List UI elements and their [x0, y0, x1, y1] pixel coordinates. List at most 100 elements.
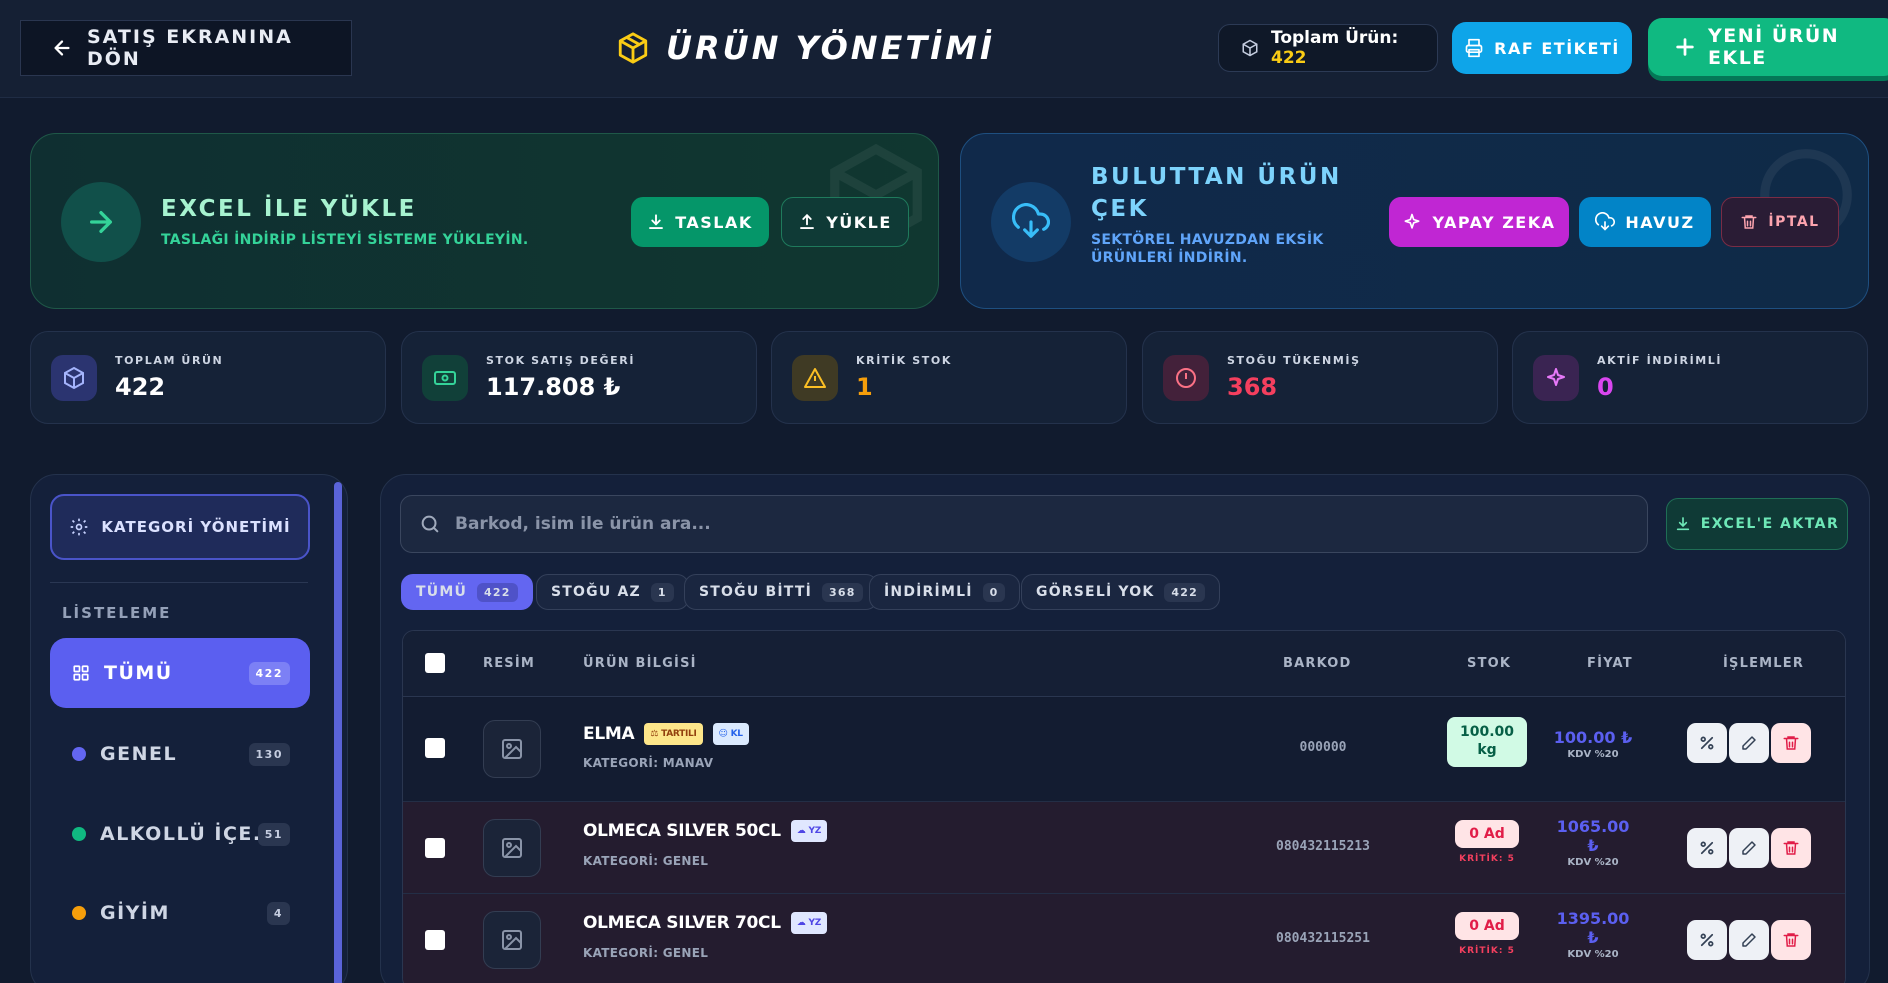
- upload-label: YÜKLE: [826, 212, 892, 232]
- image-placeholder-icon[interactable]: [483, 720, 541, 778]
- back-to-sales-button[interactable]: SATIŞ EKRANINA DÖN: [20, 20, 352, 76]
- stat-label: AKTİF İNDİRİMLİ: [1597, 354, 1723, 367]
- price-value: 100.00 ₺: [1553, 728, 1633, 747]
- sidebar-item-all[interactable]: TÜMÜ 422: [50, 638, 310, 708]
- cloud-banner-title-2: ÇEK: [1091, 196, 1149, 222]
- ai-button[interactable]: YAPAY ZEKA: [1389, 197, 1569, 247]
- ai-label: YAPAY ZEKA: [1432, 212, 1556, 232]
- listing-heading: LİSTELEME: [62, 604, 172, 622]
- sidebar-item-count: 4: [266, 901, 290, 925]
- edit-button[interactable]: [1729, 828, 1769, 868]
- stat-label: STOK SATIŞ DEĞERİ: [486, 354, 636, 367]
- sidebar-item-count: 130: [248, 742, 290, 766]
- product-category: KATEGORİ: GENEL: [583, 946, 709, 960]
- critical-level: KRİTİK: 5: [1459, 854, 1515, 864]
- upload-button[interactable]: YÜKLE: [781, 197, 909, 247]
- filter-chip-all[interactable]: TÜMÜ 422: [401, 574, 533, 610]
- delete-button[interactable]: [1771, 828, 1811, 868]
- sparkle-icon: [1533, 354, 1579, 401]
- discount-button[interactable]: [1687, 828, 1727, 868]
- price: 1065.00 ₺ KDV %20: [1538, 817, 1648, 868]
- total-products-pill: Toplam Ürün: 422: [1218, 24, 1438, 72]
- download-template-button[interactable]: TASLAK: [631, 197, 769, 247]
- row-checkbox[interactable]: [425, 930, 445, 950]
- price: 100.00 ₺ KDV %20: [1538, 728, 1648, 760]
- warning-icon: [792, 354, 838, 401]
- delete-button[interactable]: [1771, 920, 1811, 960]
- stock-badge: 100.00 kg: [1447, 717, 1527, 767]
- delete-button[interactable]: [1771, 723, 1811, 763]
- product-name: OLMECA SILVER 50CL: [583, 821, 781, 841]
- filter-chip-no-image[interactable]: GÖRSELİ YOK 422: [1021, 574, 1220, 610]
- stat-out-of-stock: STOĞU TÜKENMİŞ 368: [1142, 331, 1498, 424]
- divider: [50, 582, 308, 583]
- chip-count: 1: [650, 582, 674, 602]
- discount-button[interactable]: [1687, 920, 1727, 960]
- plus-icon: [1674, 36, 1696, 58]
- category-management-button[interactable]: KATEGORİ YÖNETİMİ: [50, 494, 310, 560]
- row-checkbox[interactable]: [425, 838, 445, 858]
- col-actions: İŞLEMLER: [1723, 656, 1805, 671]
- discount-button[interactable]: [1687, 723, 1727, 763]
- sidebar-item-alkollu[interactable]: ALKOLLÜ İÇE... 51: [50, 799, 310, 869]
- filter-chip-low-stock[interactable]: STOĞU AZ 1: [536, 574, 689, 610]
- back-button-label: SATIŞ EKRANINA DÖN: [87, 26, 293, 70]
- sidebar-item-genel[interactable]: GENEL 130: [50, 719, 310, 789]
- filter-chip-out-of-stock[interactable]: STOĞU BİTTİ 368: [684, 574, 878, 610]
- sidebar-item-giyim[interactable]: GİYİM 4: [50, 878, 310, 948]
- export-excel-button[interactable]: EXCEL'E AKTAR: [1666, 498, 1848, 550]
- cloud-banner-title-1: BULUTTAN ÜRÜN: [1091, 164, 1342, 190]
- col-barcode: BARKOD: [1283, 656, 1352, 671]
- row-checkbox[interactable]: [425, 738, 445, 758]
- stat-label: STOĞU TÜKENMİŞ: [1227, 354, 1361, 367]
- ai-badge: ☁ YZ: [790, 912, 827, 934]
- image-placeholder-icon[interactable]: [483, 911, 541, 969]
- badge-text: TARTILI: [661, 729, 697, 739]
- search-input[interactable]: Barkod, isim ile ürün ara...: [400, 495, 1648, 553]
- edit-button[interactable]: [1729, 723, 1769, 763]
- stat-value: 0: [1597, 373, 1614, 401]
- kdv: KDV %20: [1567, 857, 1619, 868]
- price-value: 1065.00: [1556, 817, 1630, 836]
- stat-label: KRİTİK STOK: [856, 354, 952, 367]
- search-placeholder: Barkod, isim ile ürün ara...: [455, 514, 711, 534]
- cloud-download-icon: [991, 182, 1071, 262]
- product-category: KATEGORİ: GENEL: [583, 854, 709, 868]
- sidebar-scrollbar[interactable]: [334, 482, 342, 983]
- price-value: 1395.00: [1556, 909, 1630, 928]
- shelf-label-button[interactable]: RAF ETİKETİ: [1452, 22, 1632, 74]
- cloud-import-banner: BULUTTAN ÜRÜN ÇEK SEKTÖREL HAVUZDAN EKSİ…: [960, 133, 1869, 309]
- sidebar-item-count: 51: [257, 822, 290, 846]
- new-product-button[interactable]: YENİ ÜRÜN EKLE: [1648, 18, 1888, 76]
- pool-label: HAVUZ: [1625, 212, 1695, 232]
- table-row[interactable]: OLMECA SILVER 70CL ☁ YZ KATEGORİ: GENEL …: [403, 894, 1845, 983]
- select-all-checkbox[interactable]: [425, 653, 445, 673]
- gear-icon: [69, 517, 89, 537]
- export-label: EXCEL'E AKTAR: [1700, 516, 1840, 532]
- table-row[interactable]: ELMA ⚖ TARTILI ☺ KL KATEGORİ: MANAV 0000…: [403, 698, 1845, 802]
- table-row[interactable]: OLMECA SILVER 50CL ☁ YZ KATEGORİ: GENEL …: [403, 802, 1845, 894]
- col-product-info: ÜRÜN BİLGİSİ: [583, 656, 697, 671]
- alert-circle-icon: [1163, 354, 1209, 401]
- cloud-icon: [1595, 212, 1616, 232]
- shelf-label-text: RAF ETİKETİ: [1494, 38, 1620, 58]
- printer-icon: [1464, 38, 1484, 58]
- badge-text: KL: [730, 729, 743, 739]
- pool-button[interactable]: HAVUZ: [1579, 197, 1711, 247]
- col-price: FİYAT: [1587, 656, 1633, 671]
- excel-upload-banner: EXCEL İLE YÜKLE TASLAĞI İNDİRİP LİSTEYİ …: [30, 133, 939, 309]
- total-value: 422: [1271, 48, 1307, 68]
- stat-value: 422: [115, 373, 166, 401]
- stat-total-products: TOPLAM ÜRÜN 422: [30, 331, 386, 424]
- stock-badge: 0 Ad: [1455, 820, 1519, 848]
- image-placeholder-icon[interactable]: [483, 819, 541, 877]
- product-name: ELMA: [583, 724, 635, 744]
- edit-button[interactable]: [1729, 920, 1769, 960]
- col-stock: STOK: [1467, 656, 1512, 671]
- new-product-label: YENİ ÜRÜN EKLE: [1708, 25, 1840, 69]
- cancel-button[interactable]: İPTAL: [1721, 197, 1839, 247]
- kdv: KDV %20: [1567, 749, 1619, 760]
- sidebar-item-label: TÜMÜ: [104, 662, 173, 684]
- badge-text: YZ: [808, 918, 821, 928]
- filter-chip-discounted[interactable]: İNDİRİMLİ 0: [869, 574, 1021, 610]
